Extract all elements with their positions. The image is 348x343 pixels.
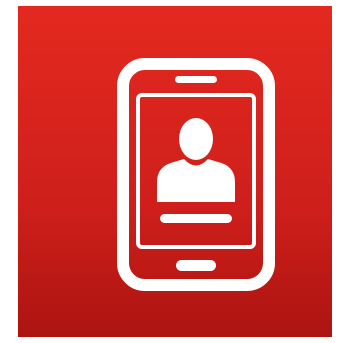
app-icon-tile <box>18 6 332 337</box>
person-head <box>179 118 213 160</box>
person-shoulders <box>157 159 235 202</box>
mobile-contact-icon <box>117 58 275 291</box>
person-icon <box>157 118 235 202</box>
name-bar <box>160 214 232 223</box>
phone-speaker <box>175 76 217 83</box>
phone-home-button <box>176 260 216 271</box>
